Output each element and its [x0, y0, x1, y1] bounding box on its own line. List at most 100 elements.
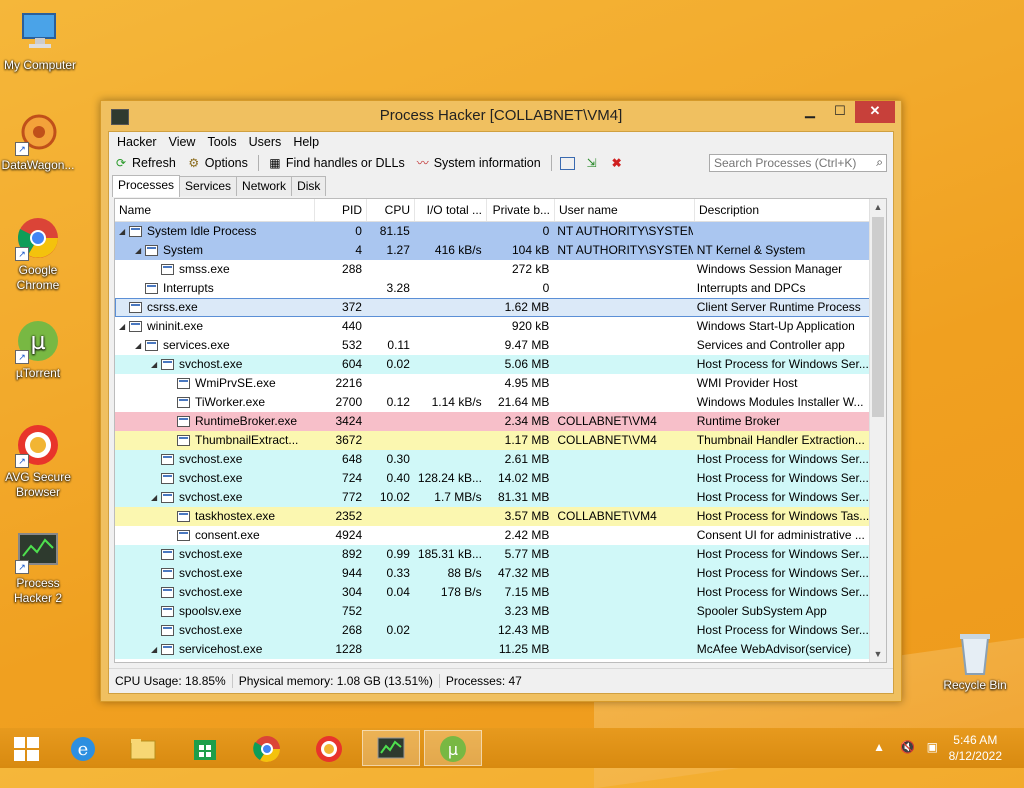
process-row[interactable]: ◢ System Idle Process 0 81.15 0 NT AUTHORITY\…: [115, 222, 870, 241]
go-to-window-button[interactable]: ⇲: [584, 156, 603, 170]
process-user-name: [553, 374, 692, 393]
taskbar-process-hacker[interactable]: [362, 730, 420, 766]
column-header-user-name[interactable]: User name: [555, 199, 695, 221]
tree-expander-icon[interactable]: ◢: [151, 488, 161, 507]
tab-services[interactable]: Services: [179, 176, 238, 196]
tab-processes[interactable]: Processes: [112, 175, 181, 197]
search-icon[interactable]: ⌕: [876, 155, 883, 170]
process-name-cell: ◢ svchost.exe: [115, 488, 314, 507]
process-row[interactable]: ◢ System 4 1.27 416 kB/s 104 kB NT AUTHORITY\S…: [115, 241, 870, 260]
desktop-icon-datawagon[interactable]: ↗ DataWagon...: [0, 110, 76, 173]
process-row[interactable]: spoolsv.exe 752 3.23 MB Spooler SubSystem A…: [115, 602, 870, 621]
tree-expander-icon[interactable]: ◢: [119, 317, 129, 336]
column-header-name[interactable]: Name: [115, 199, 315, 221]
find-handles-button[interactable]: ▦ Find handles or DLLs: [267, 156, 405, 170]
process-row[interactable]: svchost.exe 648 0.30 2.61 MB Host Process fo…: [115, 450, 870, 469]
taskbar-file-explorer[interactable]: [116, 730, 170, 766]
process-row[interactable]: svchost.exe 268 0.02 12.43 MB Host Process f…: [115, 621, 870, 640]
title-bar[interactable]: Process Hacker [COLLABNET\VM4] ▁ ☐ ✕: [101, 101, 901, 131]
window-icon-button[interactable]: [559, 156, 578, 170]
process-pid: 944: [342, 566, 363, 580]
system-information-button[interactable]: 〰 System information: [415, 156, 541, 170]
process-row[interactable]: Interrupts 3.28 0 Interrupts and DPCs: [115, 279, 870, 298]
tree-expander-icon[interactable]: ◢: [151, 640, 161, 659]
graph-icon: 〰: [416, 156, 429, 170]
desktop-icon-process-hacker[interactable]: ↗ Process Hacker 2: [0, 528, 76, 606]
column-header-io-total[interactable]: I/O total ...: [415, 199, 487, 221]
tree-expander-icon[interactable]: ◢: [151, 355, 161, 374]
tray-chevron-icon[interactable]: ▲: [873, 740, 885, 754]
process-row[interactable]: ◢ svchost.exe 604 0.02 5.06 MB Host Process f…: [115, 355, 870, 374]
process-name: svchost.exe: [179, 490, 243, 504]
desktop-icon-my-computer[interactable]: My Computer: [2, 10, 78, 73]
search-input[interactable]: [714, 156, 864, 170]
search-processes-box[interactable]: ⌕: [709, 154, 887, 172]
column-header-description[interactable]: Description: [695, 199, 873, 221]
desktop-icon-chrome[interactable]: ↗ Google Chrome: [0, 215, 76, 293]
process-row[interactable]: svchost.exe 724 0.40 128.24 kB... 14.02 MB Ho…: [115, 469, 870, 488]
process-row[interactable]: taskhostex.exe 2352 3.57 MB COLLABNET\VM4 Ho…: [115, 507, 870, 526]
shortcut-arrow-icon: ↗: [15, 454, 29, 468]
desktop-icon-utorrent[interactable]: µ ↗ µTorrent: [0, 318, 76, 381]
menu-help[interactable]: Help: [287, 132, 325, 152]
process-row[interactable]: csrss.exe 372 1.62 MB Client Server Runtime…: [115, 298, 870, 317]
column-header-cpu[interactable]: CPU: [367, 199, 415, 221]
tree-expander-icon[interactable]: ◢: [119, 222, 129, 241]
process-row[interactable]: ◢ wininit.exe 440 920 kB Windows Start-Up Ap…: [115, 317, 870, 336]
maximize-button[interactable]: ☐: [825, 101, 855, 123]
taskbar-utorrent[interactable]: µ: [424, 730, 482, 766]
close-button[interactable]: ✕: [855, 101, 895, 123]
process-name: svchost.exe: [179, 547, 243, 561]
menu-view[interactable]: View: [163, 132, 202, 152]
process-private-bytes: 7.15 MB: [504, 585, 550, 599]
clock[interactable]: 5:46 AM 8/12/2022: [949, 732, 1002, 764]
options-button[interactable]: ⚙ Options: [186, 156, 247, 170]
avg-browser-icon: ↗: [15, 422, 61, 468]
process-row[interactable]: ◢ svchost.exe 772 10.02 1.7 MB/s 81.31 MB Host…: [115, 488, 870, 507]
column-header-pid[interactable]: PID: [315, 199, 367, 221]
process-row[interactable]: smss.exe 288 272 kB Windows Session Manager: [115, 260, 870, 279]
process-name-cell: ◢ servicehost.exe: [115, 640, 314, 659]
process-row[interactable]: svchost.exe 304 0.04 178 B/s 7.15 MB Host Pro…: [115, 583, 870, 602]
process-row[interactable]: svchost.exe 944 0.33 88 B/s 47.32 MB Host Pro…: [115, 564, 870, 583]
menu-tools[interactable]: Tools: [201, 132, 242, 152]
process-row[interactable]: consent.exe 4924 2.42 MB Consent UI for adm…: [115, 526, 870, 545]
process-icon: [177, 397, 190, 408]
process-row[interactable]: TiWorker.exe 2700 0.12 1.14 kB/s 21.64 MB Win…: [115, 393, 870, 412]
tab-disk[interactable]: Disk: [291, 176, 327, 196]
scroll-down-icon[interactable]: ▼: [870, 646, 886, 662]
menu-users[interactable]: Users: [243, 132, 288, 152]
process-description: Host Process for Windows Tas...: [696, 509, 870, 523]
desktop-icon-label: DataWagon...: [1, 158, 75, 172]
process-private-bytes: 12.43 MB: [497, 623, 550, 637]
process-row[interactable]: ◢ servicehost.exe 1228 11.25 MB McAfee WebAd…: [115, 640, 870, 659]
desktop-icon-avg-browser[interactable]: ↗ AVG Secure Browser: [0, 422, 76, 500]
column-header-private-bytes[interactable]: Private b...: [487, 199, 555, 221]
process-row[interactable]: ◢ services.exe 532 0.11 9.47 MB Services and …: [115, 336, 870, 355]
desktop-icon-recycle-bin[interactable]: Recycle Bin: [937, 630, 1013, 693]
process-user-name: [553, 545, 692, 564]
taskbar-store[interactable]: [178, 730, 232, 766]
scroll-up-icon[interactable]: ▲: [870, 199, 886, 215]
process-name: services.exe: [163, 338, 230, 352]
refresh-button[interactable]: ⟳ Refresh: [113, 156, 176, 170]
tab-network[interactable]: Network: [236, 176, 293, 196]
process-row[interactable]: ThumbnailExtract... 3672 1.17 MB COLLABNET\…: [115, 431, 870, 450]
process-row[interactable]: RuntimeBroker.exe 3424 2.34 MB COLLABNET\VM…: [115, 412, 870, 431]
tree-expander-icon[interactable]: ◢: [135, 336, 145, 355]
taskbar-internet-explorer[interactable]: e: [56, 730, 110, 766]
terminate-button[interactable]: ✖: [609, 156, 628, 170]
scrollbar-thumb[interactable]: [872, 217, 884, 417]
process-description: Runtime Broker: [696, 414, 781, 428]
start-button[interactable]: [0, 730, 54, 766]
process-row[interactable]: WmiPrvSE.exe 2216 4.95 MB WMI Provider Host: [115, 374, 870, 393]
vertical-scrollbar[interactable]: ▲ ▼: [869, 199, 886, 662]
tree-expander-icon[interactable]: ◢: [135, 241, 145, 260]
taskbar-chrome[interactable]: [240, 730, 294, 766]
taskbar-avg-browser[interactable]: [302, 730, 356, 766]
speaker-muted-icon[interactable]: 🔇: [900, 740, 915, 754]
minimize-button[interactable]: ▁: [795, 101, 825, 123]
menu-hacker[interactable]: Hacker: [111, 132, 163, 152]
process-row[interactable]: svchost.exe 892 0.99 185.31 kB... 5.77 MB Hos…: [115, 545, 870, 564]
network-icon[interactable]: ▣: [927, 740, 938, 754]
